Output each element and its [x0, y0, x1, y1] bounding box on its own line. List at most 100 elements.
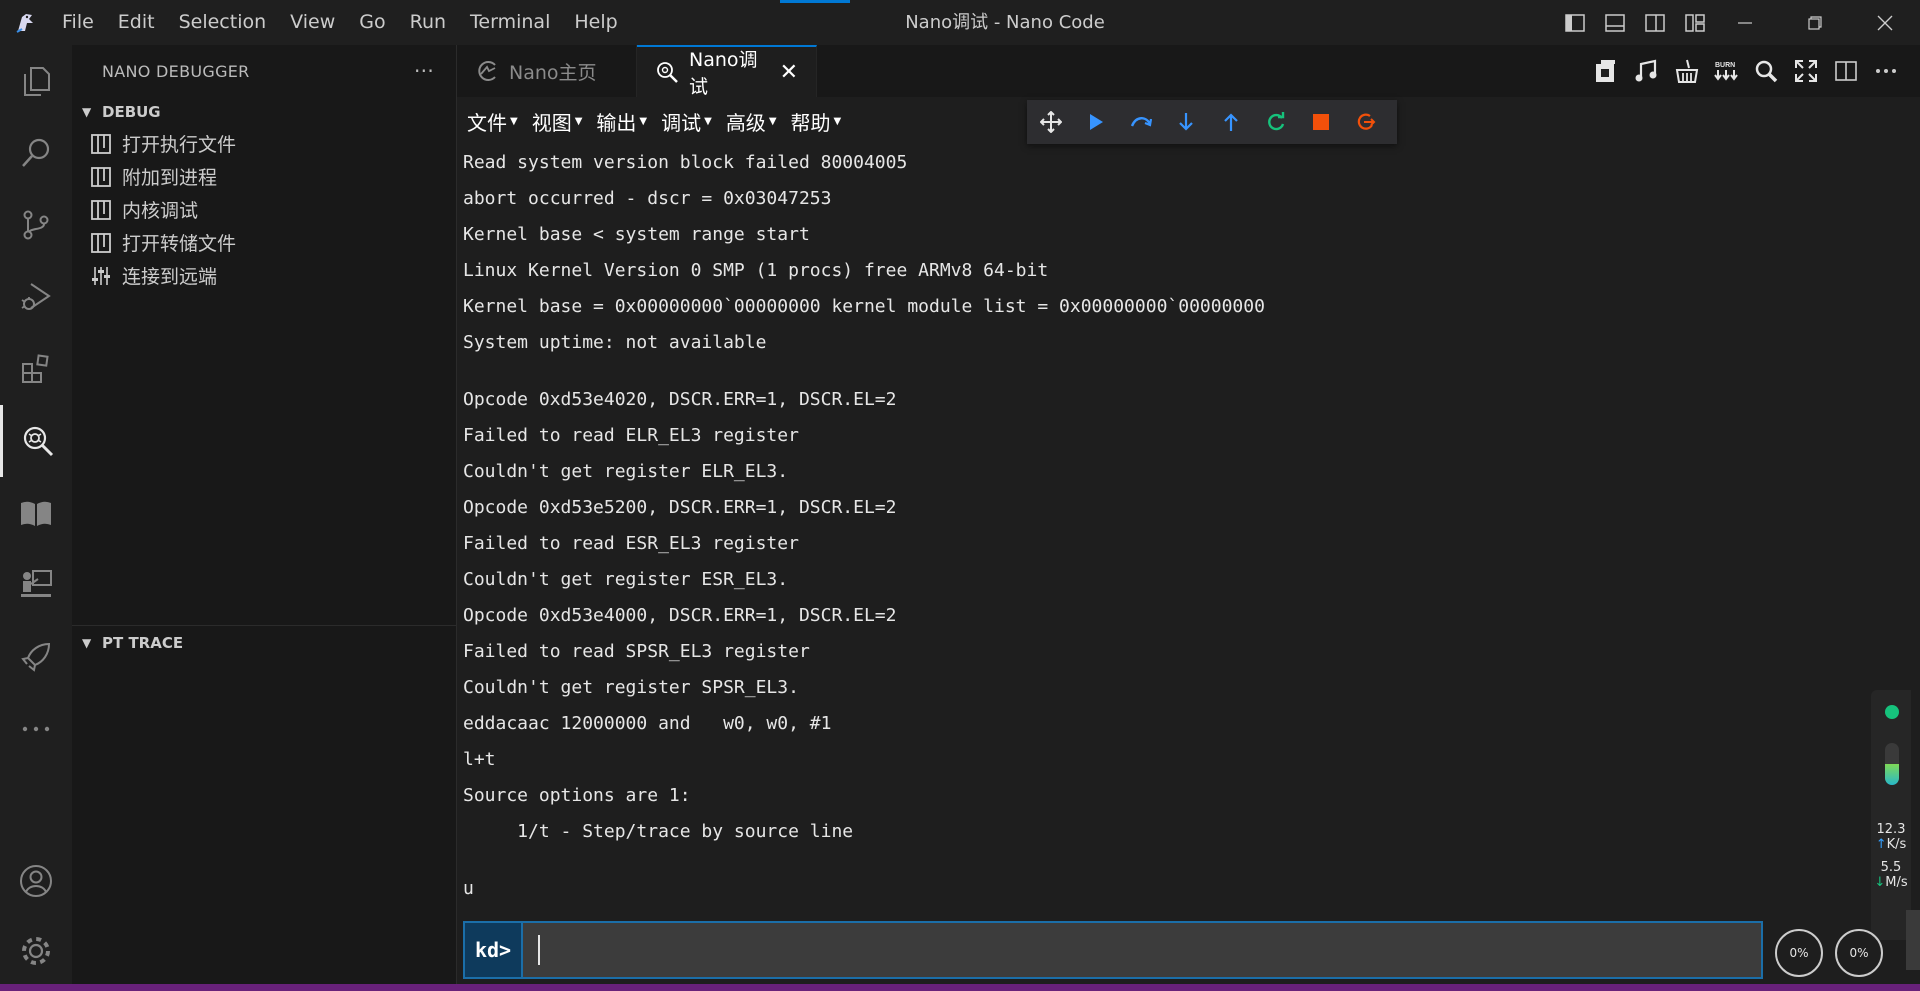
- nano-debugger-icon[interactable]: [0, 405, 72, 477]
- sidebar-item-kernel-debug[interactable]: 内核调试: [72, 193, 456, 226]
- step-out-icon[interactable]: [1217, 108, 1245, 136]
- fullscreen-icon[interactable]: [1788, 53, 1824, 89]
- menu-label: 调试: [661, 110, 702, 135]
- customize-layout-icon[interactable]: [1680, 8, 1710, 38]
- menu-label: 帮助: [790, 110, 831, 135]
- settings-gear-icon[interactable]: [0, 915, 72, 987]
- find-icon[interactable]: [1748, 53, 1784, 89]
- minimize-icon[interactable]: [1710, 0, 1780, 45]
- sidebar-item-open-executable[interactable]: 打开执行文件: [72, 127, 456, 160]
- debug-toolbar: [1027, 100, 1397, 144]
- status-dot: [1885, 705, 1899, 719]
- activity-bar: [0, 45, 72, 991]
- sidebar-item-open-dump[interactable]: 打开转储文件: [72, 226, 456, 259]
- upload-value: 12.3: [1876, 822, 1906, 837]
- debugger-menu-debug[interactable]: 调试 ▼: [655, 107, 720, 136]
- menu-file[interactable]: File: [50, 0, 106, 45]
- panel-icon: [90, 199, 112, 221]
- console-line: Opcode 0xd53e4000, DSCR.ERR=1, DSCR.EL=2: [463, 605, 897, 626]
- tab-nano-home[interactable]: Nano主页: [457, 45, 637, 97]
- toggle-panel-icon[interactable]: [1600, 8, 1630, 38]
- sidebar-item-label: 连接到远端: [122, 266, 218, 288]
- music-note-icon[interactable]: [1628, 53, 1664, 89]
- disconnect-icon[interactable]: [1352, 108, 1380, 136]
- editor-area: Nano主页 Nano调试 ✕ BURN 文件 ▼ 视图 ▼ 输出 ▼ 调试 ▼ 高级 ▼…: [457, 45, 1920, 991]
- clear-broom-icon[interactable]: [1668, 53, 1704, 89]
- search-icon[interactable]: [0, 117, 72, 189]
- explorer-icon[interactable]: [0, 45, 72, 117]
- scrollbar-thumb[interactable]: [1906, 910, 1920, 970]
- console-line: Failed to read ESR_EL3 register: [463, 533, 799, 554]
- toggle-primary-sidebar-icon[interactable]: [1560, 8, 1590, 38]
- toggle-secondary-sidebar-icon[interactable]: [1640, 8, 1670, 38]
- app-logo-icon: [0, 0, 50, 45]
- more-actions-icon[interactable]: [1868, 53, 1904, 89]
- panel-icon: [90, 133, 112, 155]
- debugger-menu-output[interactable]: 输出 ▼: [590, 107, 655, 136]
- restart-icon[interactable]: [1262, 108, 1290, 136]
- presenter-icon[interactable]: [0, 549, 72, 621]
- debugger-menu-view[interactable]: 视图 ▼: [526, 107, 591, 136]
- usage-bar: [1885, 743, 1899, 785]
- menu-edit[interactable]: Edit: [106, 0, 167, 45]
- debug-section-title: DEBUG: [102, 103, 161, 121]
- console-spacer: [463, 850, 1892, 871]
- pt-trace-section-title: PT TRACE: [102, 634, 184, 652]
- panel-icon: [90, 232, 112, 254]
- step-into-icon[interactable]: [1172, 108, 1200, 136]
- debugger-menu-file[interactable]: 文件 ▼: [461, 107, 526, 136]
- sidebar-item-connect-remote[interactable]: 连接到远端: [72, 259, 456, 292]
- console-scrollbar[interactable]: [1906, 145, 1920, 970]
- split-editor-icon[interactable]: [1828, 53, 1864, 89]
- tab-nano-debug[interactable]: Nano调试 ✕: [637, 45, 817, 98]
- caret-down-icon: ▼: [833, 115, 842, 127]
- drag-handle-icon[interactable]: [1037, 108, 1065, 136]
- arrow-down-icon: ↓: [1874, 875, 1886, 890]
- console-spacer: [463, 361, 1892, 382]
- continue-icon[interactable]: [1082, 108, 1110, 136]
- account-icon[interactable]: [0, 845, 72, 917]
- caret-down-icon: ▼: [510, 115, 518, 127]
- source-control-icon[interactable]: [0, 189, 72, 261]
- debug-section-header[interactable]: ▼ DEBUG: [72, 97, 456, 127]
- arrow-up-icon: ↑: [1875, 837, 1887, 852]
- console-line: 1/t - Step/trace by source line: [463, 821, 854, 842]
- usage-bar-fill: [1885, 764, 1899, 785]
- menu-help[interactable]: Help: [562, 0, 629, 45]
- more-icon[interactable]: [0, 693, 72, 765]
- tab-bar: Nano主页 Nano调试 ✕ BURN: [457, 45, 1920, 98]
- restore-icon[interactable]: [1780, 0, 1850, 45]
- network-monitor[interactable]: 12.3 ↑K/s 5.5 ↓M/s: [1871, 690, 1911, 940]
- upload-unit: K/s: [1886, 837, 1907, 852]
- extensions-icon[interactable]: [0, 333, 72, 405]
- caret-down-icon: ▼: [768, 115, 777, 127]
- close-icon[interactable]: [1850, 0, 1920, 45]
- book-icon[interactable]: [0, 477, 72, 549]
- console-line: Linux Kernel Version 0 SMP (1 procs) fre…: [463, 260, 1049, 281]
- menu-view[interactable]: View: [278, 0, 347, 45]
- command-input[interactable]: [523, 921, 1763, 979]
- load-symbols-icon[interactable]: [1588, 53, 1624, 89]
- debugger-menu-help[interactable]: 帮助 ▼: [785, 107, 850, 136]
- menu-terminal[interactable]: Terminal: [458, 0, 562, 45]
- stop-icon[interactable]: [1307, 108, 1335, 136]
- debugger-menu-advanced[interactable]: 高级 ▼: [720, 107, 785, 136]
- sliders-icon: [90, 265, 112, 287]
- tab-close-icon[interactable]: ✕: [780, 60, 798, 85]
- pt-trace-section-header[interactable]: ▼ PT TRACE: [72, 626, 457, 660]
- console-line: abort occurred - dscr = 0x03047253: [463, 188, 832, 209]
- sidebar-item-label: 内核调试: [122, 200, 199, 222]
- sidebar-item-attach-process[interactable]: 附加到进程: [72, 160, 456, 193]
- sidebar-more-icon[interactable]: ···: [414, 59, 434, 83]
- run-debug-icon[interactable]: [0, 261, 72, 333]
- step-over-icon[interactable]: [1127, 108, 1155, 136]
- rocket-icon[interactable]: [0, 621, 72, 693]
- burn-icon[interactable]: BURN: [1708, 53, 1744, 89]
- menu-run[interactable]: Run: [398, 0, 458, 45]
- download-value: 5.5: [1880, 860, 1902, 875]
- menu-label: 视图: [531, 110, 572, 135]
- menu-go[interactable]: Go: [347, 0, 397, 45]
- sidebar-item-label: 打开执行文件: [122, 134, 237, 156]
- chevron-down-icon: ▼: [82, 105, 92, 119]
- menu-selection[interactable]: Selection: [167, 0, 279, 45]
